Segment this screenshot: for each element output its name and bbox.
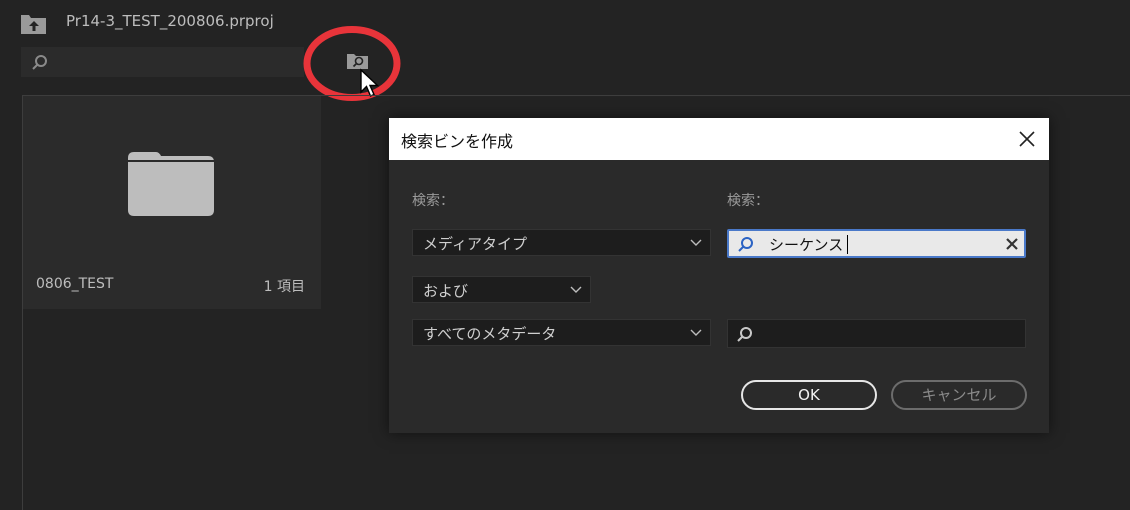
highlight-circle: [303, 26, 401, 101]
project-search-input[interactable]: [21, 47, 304, 77]
close-button[interactable]: [1015, 127, 1039, 151]
search-label-left: 検索：: [412, 193, 454, 209]
search-icon: [738, 237, 753, 252]
dropdown-value: メディアタイプ: [423, 235, 527, 253]
cancel-button[interactable]: キャンセル: [891, 380, 1027, 410]
close-icon: [1019, 131, 1035, 147]
search-label-right: 検索：: [727, 193, 769, 209]
media-type-dropdown[interactable]: メディアタイプ: [412, 229, 711, 256]
create-search-bin-dialog: 検索ビンを作成 検索： 検索： メディアタイプ シーケンス および すべてのメタ…: [389, 118, 1049, 433]
search-icon: [737, 327, 752, 342]
operator-dropdown[interactable]: および: [412, 276, 591, 303]
dialog-titlebar: 検索ビンを作成: [389, 118, 1049, 160]
search-term-input-1[interactable]: シーケンス: [727, 229, 1026, 258]
search-icon: [32, 55, 47, 70]
chevron-down-icon: [690, 239, 702, 246]
bin-name: 0806_TEST: [36, 276, 114, 292]
search-term-input-2[interactable]: [727, 319, 1026, 348]
dropdown-value: すべてのメタデータ: [423, 325, 557, 343]
folder-up-icon[interactable]: [20, 12, 48, 36]
clear-icon[interactable]: [1004, 236, 1020, 252]
dropdown-value: および: [423, 282, 469, 300]
metadata-dropdown[interactable]: すべてのメタデータ: [412, 319, 711, 346]
chevron-down-icon: [690, 329, 702, 336]
folder-icon: [128, 152, 214, 216]
project-title: Pr14-3_TEST_200806.prproj: [66, 12, 274, 30]
bin-tile[interactable]: 0806_TEST 1 項目: [23, 96, 321, 309]
ok-button[interactable]: OK: [741, 380, 877, 410]
chevron-down-icon: [570, 286, 582, 293]
search-term-value: シーケンス: [769, 236, 844, 254]
dialog-title: 検索ビンを作成: [401, 132, 514, 151]
text-caret: [847, 235, 848, 254]
bin-item-count: 1 項目: [263, 279, 305, 295]
